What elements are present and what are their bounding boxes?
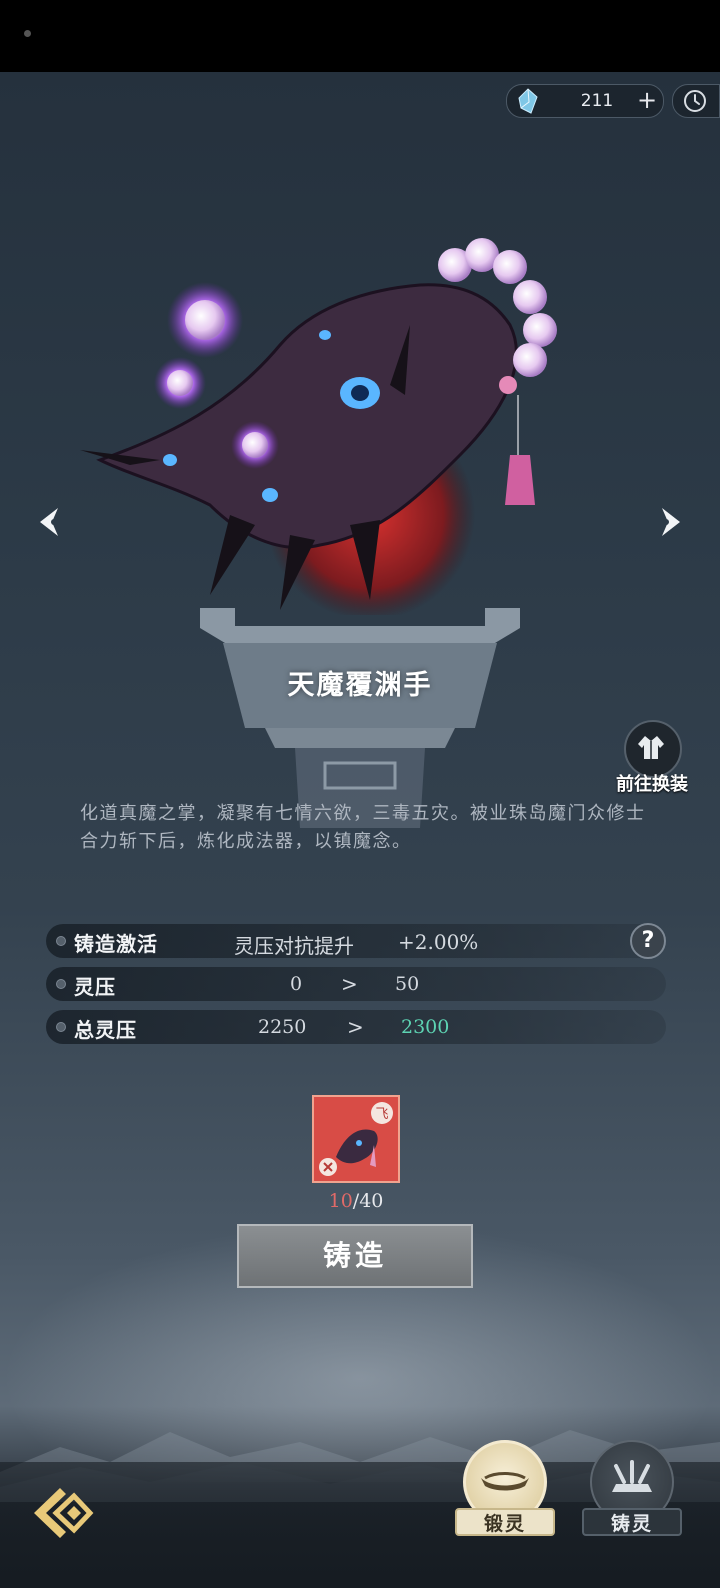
bullet-icon — [56, 979, 66, 989]
material-required: 40 — [359, 1190, 384, 1212]
tab-temper-spirit[interactable]: 锻灵 — [455, 1440, 555, 1540]
change-outfit-button[interactable]: 前往换装 — [602, 720, 702, 800]
stat-row-total-spirit-pressure: 总灵压 2250 > 2300 — [46, 1010, 666, 1044]
stat-row-forge-activation: 铸造激活 灵压对抗提升 +2.00% — [46, 924, 666, 958]
item-description: 化道真魔之掌，凝聚有七情六欲，三毒五灾。被业珠岛魔门众修士合力斩下后，炼化成法器… — [80, 803, 646, 852]
altar-pedestal — [200, 608, 520, 828]
stat-effect: 灵压对抗提升 — [234, 934, 354, 958]
material-badge: 飞 — [375, 1107, 388, 1122]
tab-label: 铸灵 — [582, 1508, 682, 1536]
stat-name: 铸造激活 — [74, 932, 158, 956]
robe-icon — [638, 736, 664, 759]
tab-label: 锻灵 — [455, 1508, 555, 1536]
material-card[interactable]: 飞 — [312, 1095, 400, 1183]
tab-cast-spirit[interactable]: 铸灵 — [582, 1440, 682, 1540]
stat-name: 灵压 — [74, 975, 116, 999]
next-item-arrow-icon[interactable] — [652, 505, 686, 539]
currency-amount: 211 — [580, 91, 614, 111]
treasure-artwork — [80, 238, 557, 615]
forge-fan-icon — [612, 1460, 652, 1492]
clock-icon — [684, 90, 706, 112]
stat-from: 2250 — [258, 1016, 307, 1038]
back-arrow-icon[interactable] — [30, 1482, 94, 1544]
hand-fragment-icon: 飞 — [319, 1102, 393, 1176]
stat-name: 总灵压 — [74, 1018, 137, 1042]
stat-arrow: > — [341, 972, 358, 996]
history-button[interactable] — [672, 84, 720, 118]
status-bar — [0, 0, 720, 72]
item-name: 天魔覆渊手 — [287, 670, 433, 701]
bullet-icon — [56, 1022, 66, 1032]
stat-effect-value: +2.00% — [398, 930, 479, 954]
add-currency-button[interactable]: + — [633, 85, 661, 117]
stat-arrow: > — [347, 1015, 364, 1039]
spirit-crystal-icon — [518, 88, 538, 114]
material-current: 10 — [328, 1190, 353, 1212]
stat-from: 0 — [290, 973, 303, 995]
boat-icon — [481, 1472, 529, 1491]
stat-row-spirit-pressure: 灵压 0 > 50 — [46, 967, 666, 1001]
change-outfit-label: 前往换装 — [616, 774, 688, 795]
stat-to: 50 — [395, 973, 420, 995]
help-button[interactable]: ? — [630, 923, 666, 959]
camera-dot — [24, 30, 31, 37]
bullet-icon — [56, 936, 66, 946]
currency-display: 211 + — [506, 84, 664, 118]
stat-to: 2300 — [401, 1016, 450, 1038]
forge-button[interactable]: 铸造 — [237, 1224, 473, 1288]
material-count: 10/40 — [300, 1190, 412, 1212]
